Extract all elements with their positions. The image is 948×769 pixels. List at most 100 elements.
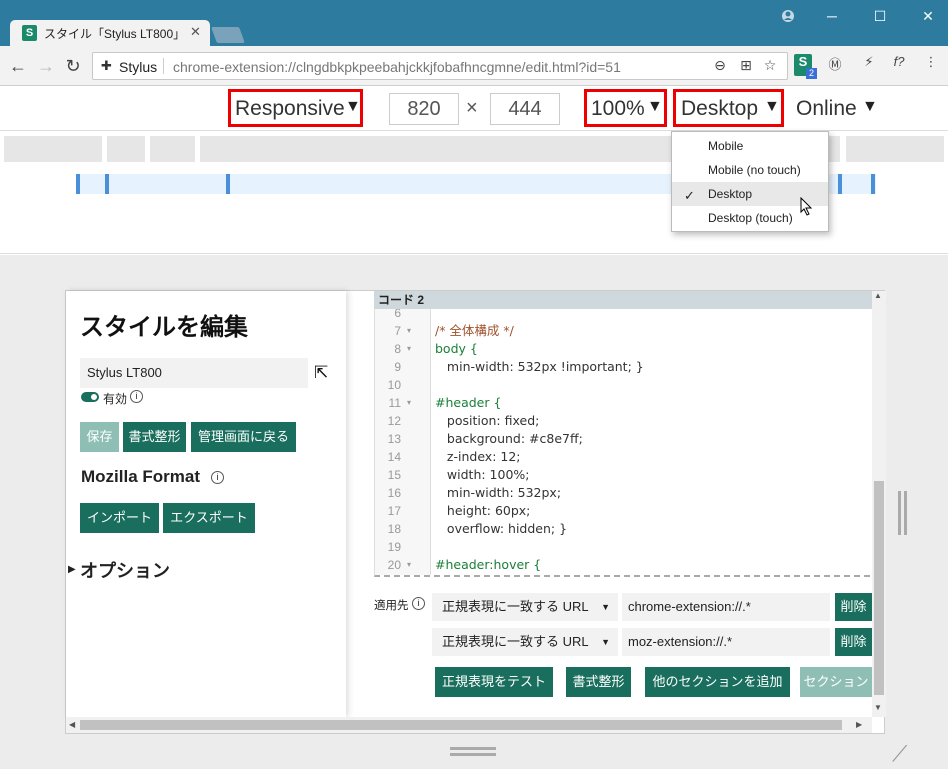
account-icon[interactable] (778, 6, 798, 26)
omnibox-url[interactable]: chrome-extension://clngdbkpkpeebahjckkjf… (173, 59, 621, 75)
bookmark-star-icon[interactable]: ☆ (761, 57, 779, 74)
applies-type-value: 正規表現に一致する URL (442, 634, 589, 649)
scrollbar-thumb[interactable] (874, 481, 884, 695)
extension-puzzle-icon: ✚ (101, 58, 112, 73)
emulated-viewport: スタイルを編集 Stylus LT800 ⇱ 有効 i 保存 書式整形 管理画面… (65, 290, 886, 734)
horizontal-scrollbar[interactable]: ◀ ▶ (66, 717, 872, 733)
code-line: overflow: hidden; } (435, 521, 568, 536)
close-window-icon[interactable]: ✕ (918, 6, 938, 26)
browser-tab[interactable]: S スタイル「Stylus LT800」を編 ✕ (10, 20, 210, 46)
style-name-input[interactable]: Stylus LT800 (80, 358, 308, 388)
editor-sidebar: スタイルを編集 Stylus LT800 ⇱ 有効 i 保存 書式整形 管理画面… (66, 291, 346, 717)
height-input[interactable]: 444 (490, 93, 560, 125)
fold-arrow-icon[interactable]: ▾ (407, 556, 411, 574)
fold-arrow-icon[interactable]: ▾ (407, 322, 411, 340)
network-label: Online (796, 97, 857, 120)
page-title: スタイルを編集 (80, 314, 248, 341)
scroll-left-icon[interactable]: ◀ (69, 720, 75, 729)
add-section-button[interactable]: 他のセクションを追加 (645, 667, 790, 697)
network-select[interactable]: Online ▼ (796, 89, 880, 127)
back-arrow-icon[interactable]: ← (8, 56, 28, 76)
ruler-marker (226, 174, 230, 194)
enabled-toggle[interactable] (81, 392, 99, 402)
tab-close-icon[interactable]: ✕ (190, 24, 201, 40)
media-query-bar[interactable] (150, 136, 195, 162)
vertical-scrollbar[interactable]: ▲ ▼ (872, 291, 886, 717)
omnibox[interactable]: ✚ Stylus chrome-extension://clngdbkpkpee… (92, 52, 788, 80)
scroll-right-icon[interactable]: ▶ (856, 720, 862, 729)
code-line: body { (435, 341, 478, 356)
info-icon[interactable]: i (412, 597, 425, 610)
translate-icon[interactable]: ⊞ (737, 57, 755, 74)
zoom-icon[interactable]: ⊖ (711, 57, 729, 74)
code-line: min-width: 532px; (435, 485, 562, 500)
dropdown-arrow-icon: ▼ (764, 98, 780, 115)
menu-item-mobile-no-touch[interactable]: Mobile (no touch) (672, 158, 828, 182)
applies-value-input[interactable]: chrome-extension://.* (622, 593, 830, 621)
omnibox-divider (163, 58, 164, 74)
beautify-button[interactable]: 書式整形 (123, 422, 186, 452)
dropdown-arrow-icon: ▼ (601, 602, 610, 612)
ruler-marker (105, 174, 109, 194)
device-toolbar: Responsive ▼ 820 × 444 100% ▼ Desktop ▼ … (0, 87, 948, 131)
format-title: Mozilla Format (81, 467, 201, 486)
dimension-times: × (466, 97, 478, 119)
applies-type-select[interactable]: 正規表現に一致する URL ▼ (432, 628, 618, 656)
media-query-bar[interactable] (107, 136, 145, 162)
extension-m-icon[interactable]: Ⓜ (826, 54, 844, 76)
fold-arrow-icon[interactable]: ▾ (407, 394, 411, 412)
import-button[interactable]: インポート (80, 503, 159, 533)
line-number: 14 (387, 450, 401, 464)
export-button[interactable]: エクスポート (163, 503, 255, 533)
minimize-icon[interactable]: ─ (822, 6, 842, 26)
scroll-down-icon[interactable]: ▼ (874, 703, 882, 712)
resize-corner-handle[interactable]: ⟋ (892, 741, 907, 767)
remove-section-button[interactable]: セクション (800, 667, 872, 697)
line-number: 19 (387, 540, 401, 554)
scroll-up-icon[interactable]: ▲ (874, 291, 882, 300)
save-button[interactable]: 保存 (80, 422, 119, 452)
delete-applies-button[interactable]: 削除 (835, 628, 872, 656)
info-icon[interactable]: i (211, 471, 224, 484)
resize-right-handle[interactable] (898, 491, 901, 535)
code-section-header: コード 2 (374, 291, 872, 309)
test-regex-button[interactable]: 正規表現をテスト (435, 667, 553, 697)
fold-arrow-icon[interactable]: ▾ (407, 340, 411, 358)
line-number: 15 (387, 468, 401, 482)
code-editor[interactable]: 6 7 ▾ /* 全体構成 */ 8 ▾ body {9 min-width: 532px … (374, 309, 870, 577)
media-query-bar[interactable] (4, 136, 102, 162)
device-mode-select[interactable]: Responsive ▼ (228, 89, 363, 127)
external-link-icon[interactable]: ⇱ (314, 363, 328, 383)
width-input[interactable]: 820 (389, 93, 459, 125)
beautify-section-button[interactable]: 書式整形 (566, 667, 631, 697)
line-number: 17 (387, 504, 401, 518)
extension-fx-icon[interactable]: f? (890, 54, 908, 76)
resize-bottom-handle[interactable] (450, 747, 496, 750)
applies-type-select[interactable]: 正規表現に一致する URL ▼ (432, 593, 618, 621)
maximize-icon[interactable]: ☐ (870, 6, 890, 26)
new-tab-button[interactable] (211, 27, 245, 43)
device-mode-label: Responsive (235, 97, 345, 120)
forward-arrow-icon[interactable]: → (36, 56, 56, 76)
checkmark-icon: ✓ (684, 188, 695, 203)
reload-icon[interactable]: ↻ (63, 56, 83, 76)
menu-item-mobile[interactable]: Mobile (672, 134, 828, 158)
info-icon[interactable]: i (130, 390, 143, 403)
options-toggle[interactable]: オプション (80, 557, 170, 583)
expand-arrow-icon[interactable]: ▶ (68, 564, 76, 575)
delete-applies-button[interactable]: 削除 (835, 593, 872, 621)
applies-value-input[interactable]: moz-extension://.* (622, 628, 830, 656)
code-line: /* 全体構成 */ (435, 323, 514, 338)
device-type-select[interactable]: Desktop ▼ (673, 89, 784, 127)
line-number: 13 (387, 432, 401, 446)
applies-type-value: 正規表現に一致する URL (442, 599, 589, 614)
scrollbar-thumb[interactable] (80, 720, 842, 730)
line-number: 16 (387, 486, 401, 500)
extension-bolt-icon[interactable]: ⚡ (860, 54, 878, 76)
zoom-select[interactable]: 100% ▼ (584, 89, 667, 127)
media-query-bar[interactable] (846, 136, 944, 162)
back-to-manage-button[interactable]: 管理画面に戻る (191, 422, 296, 452)
window-titlebar: S スタイル「Stylus LT800」を編 ✕ ─ ☐ ✕ (0, 0, 948, 46)
chrome-menu-icon[interactable]: ⋮ (922, 54, 940, 76)
code-line: z-index: 12; (435, 449, 521, 464)
